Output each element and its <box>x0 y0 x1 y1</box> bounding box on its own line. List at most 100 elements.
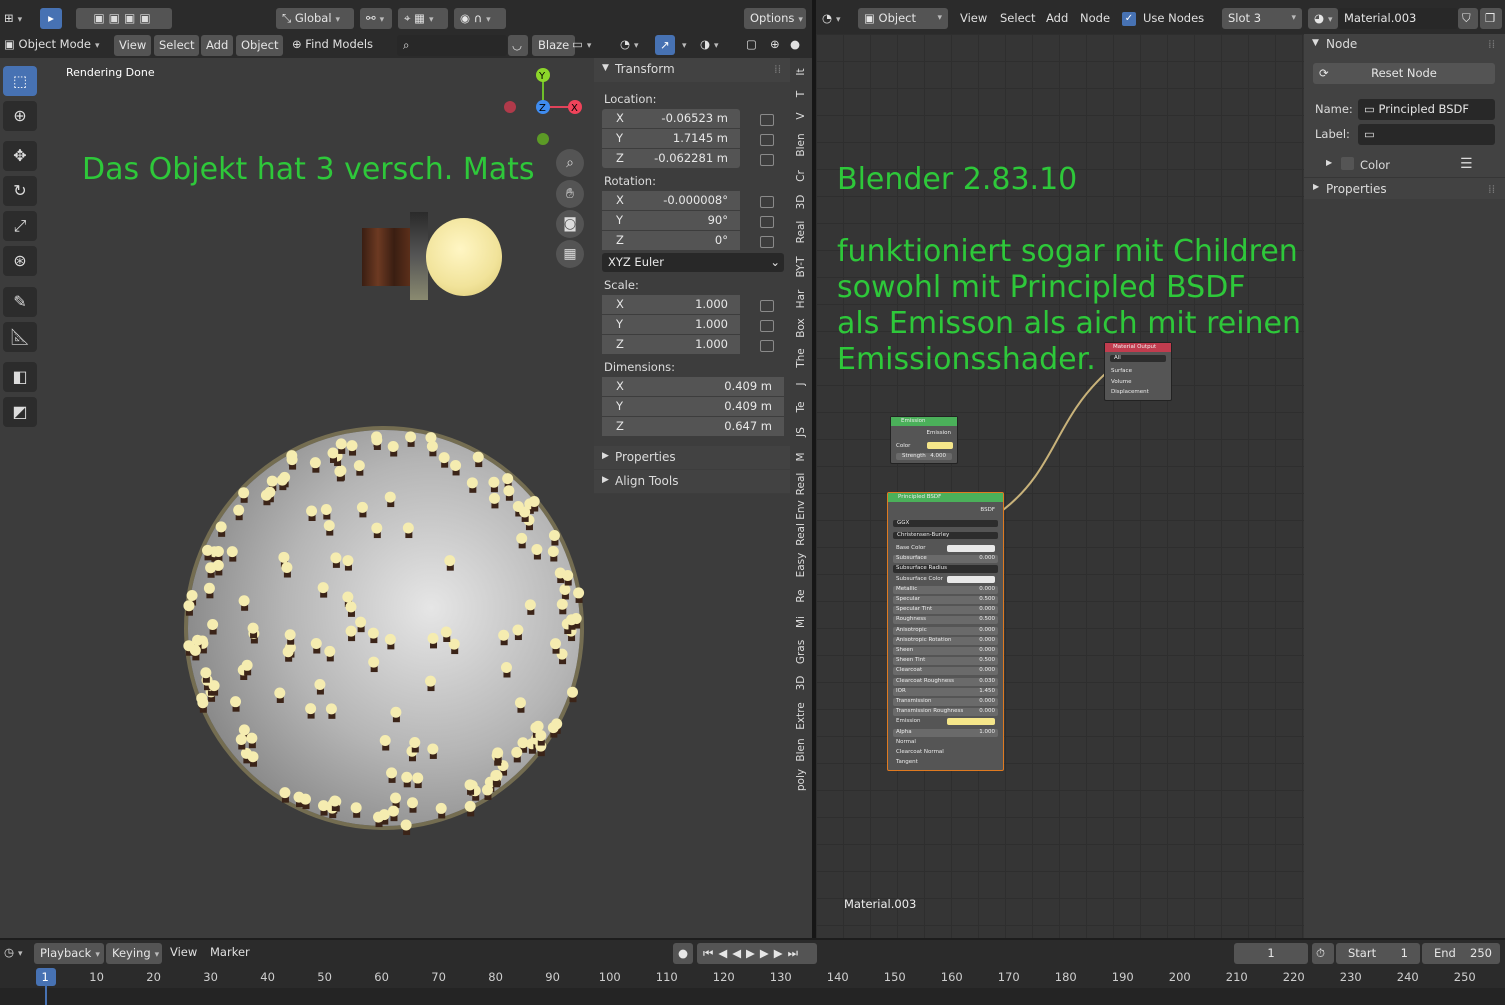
rotation-z-field[interactable]: Z 0° <box>602 231 740 250</box>
material-output-node[interactable]: Material Output All Surface Volume Displ… <box>1104 342 1172 401</box>
lock-rotation-x-icon[interactable] <box>760 196 774 208</box>
menu-node-view[interactable]: View <box>960 8 987 29</box>
principled-bsdf-node[interactable]: Principled BSDF BSDF GGX Christensen-Bur… <box>887 492 1004 771</box>
search-dropdown[interactable]: ◡ <box>508 35 528 56</box>
distribution-dropdown[interactable]: GGX <box>893 520 998 527</box>
record-button[interactable]: ● <box>673 943 693 964</box>
mode-dropdown[interactable]: ▣ Object Mode ▾ <box>4 34 100 55</box>
bsdf-input-row[interactable]: Specular Tint 0.000 <box>893 606 998 615</box>
scale-z-field[interactable]: Z 1.000 <box>602 335 740 354</box>
panel-grip-icon[interactable]: ⁞⁞ <box>1488 37 1495 51</box>
timeline-editor-type[interactable]: ◷ ▾ <box>4 942 23 963</box>
axis-gizmo[interactable]: Y X Z <box>498 62 590 152</box>
scale-y-field[interactable]: Y 1.000 <box>602 315 740 334</box>
selection-mode-icons[interactable]: ▣▣▣▣ <box>76 8 172 29</box>
sidebar-tab-5[interactable]: 3D <box>792 190 809 214</box>
camera-view-icon[interactable]: ◙ <box>556 210 584 238</box>
lock-scale-z-icon[interactable] <box>760 340 774 352</box>
emission-color-swatch[interactable] <box>927 442 953 449</box>
bsdf-input-row[interactable]: Clearcoat Normal <box>893 749 998 757</box>
sidebar-tab-11[interactable]: J <box>792 374 809 394</box>
sidebar-tab-14[interactable]: M <box>792 446 809 468</box>
node-label-field[interactable]: ▭ <box>1358 124 1495 145</box>
bsdf-input-row[interactable]: Subsurface Color <box>893 575 998 584</box>
bsdf-input-row[interactable]: Alpha 1.000 <box>893 728 998 737</box>
sidebar-tab-4[interactable]: Cr <box>792 164 809 188</box>
reset-node-button[interactable]: ⟳ Reset Node <box>1313 63 1495 84</box>
sidebar-tab-19[interactable]: Mi <box>792 610 809 634</box>
bsdf-input-row[interactable]: Normal <box>893 739 998 747</box>
lock-location-x-icon[interactable] <box>760 114 774 126</box>
panel-grip-icon[interactable]: ⁞⁞ <box>1488 182 1495 196</box>
playback-controls[interactable]: ⏮◀◀▶▶▶⏭ <box>697 943 817 964</box>
location-z-field[interactable]: Z -0.062281 m <box>602 149 740 168</box>
editor-type-button[interactable]: ⊞ ▾ <box>4 8 22 29</box>
menu-select[interactable]: Select <box>154 35 200 56</box>
rotation-mode-dropdown[interactable]: XYZ Euler ⌄ <box>602 253 784 272</box>
timeline-view-menu[interactable]: View <box>170 942 197 963</box>
scale-x-field[interactable]: X 1.000 <box>602 295 740 314</box>
strength-field[interactable]: Strength 4.000 <box>896 453 952 460</box>
dimensions-x-field[interactable]: X 0.409 m <box>602 377 784 396</box>
end-frame-field[interactable]: End 250 <box>1422 943 1500 964</box>
rotation-x-field[interactable]: X -0.000008° <box>602 191 740 210</box>
lock-location-y-icon[interactable] <box>760 134 774 146</box>
snap-toggle[interactable]: ⌖ ▦ ▾ <box>398 8 448 29</box>
menu-node-node[interactable]: Node <box>1080 8 1110 29</box>
material-name-field[interactable]: Material.003 <box>1338 8 1458 29</box>
sidebar-tab-9[interactable]: Box <box>792 314 809 342</box>
sidebar-tab-15[interactable]: Real <box>792 470 809 498</box>
node-name-field[interactable]: ▭ Principled BSDF <box>1358 99 1495 120</box>
sidebar-tab-23[interactable]: Blen <box>792 736 809 764</box>
node-editor-type-button[interactable]: ◔ ▾ <box>822 8 841 29</box>
node-collapse-icon[interactable]: ▼ <box>1312 38 1319 48</box>
bsdf-input-row[interactable]: Subsurface 0.000 <box>893 555 998 564</box>
dimensions-y-field[interactable]: Y 0.409 m <box>602 397 784 416</box>
measure-tool-icon[interactable]: 📐︎ <box>3 322 37 352</box>
sidebar-tab-7[interactable]: BY-T <box>792 250 809 284</box>
material-browse-button[interactable]: ◕ ▾ <box>1308 8 1338 29</box>
current-frame-field[interactable]: 1 <box>1234 943 1308 964</box>
select-tool-icon[interactable]: ⬚ <box>3 66 37 96</box>
lock-location-z-icon[interactable] <box>760 154 774 166</box>
sidebar-tab-3[interactable]: Blen <box>792 128 809 162</box>
wireframe-shading-icon[interactable]: ⊕ <box>770 34 780 55</box>
sidebar-tab-6[interactable]: Real <box>792 216 809 248</box>
menu-node-select[interactable]: Select <box>1000 8 1035 29</box>
lock-scale-y-icon[interactable] <box>760 320 774 332</box>
blaze-button[interactable]: Blaze <box>532 35 576 56</box>
add-cube-tool-icon[interactable]: ◧ <box>3 362 37 392</box>
options-dropdown[interactable]: Options ▾ <box>744 8 806 29</box>
location-x-field[interactable]: X -0.06523 m <box>602 109 740 128</box>
select-box-tool-icon[interactable]: ▸ <box>40 8 62 29</box>
proportional-edit-toggle[interactable]: ◉ ∩ ▾ <box>454 8 506 29</box>
color-checkbox[interactable] <box>1341 157 1354 170</box>
sidebar-tab-13[interactable]: JS <box>792 420 809 444</box>
bsdf-input-row[interactable]: Specular 0.500 <box>893 596 998 604</box>
bsdf-input-row[interactable]: Transmission 0.000 <box>893 698 998 706</box>
zoom-view-icon[interactable]: ⌕ <box>556 149 584 177</box>
transform-tool-icon[interactable]: ⊛ <box>3 246 37 276</box>
panel-grip-icon[interactable]: ⁞⁞ <box>774 62 781 76</box>
pivot-dropdown[interactable]: ⚯ ▾ <box>360 8 392 29</box>
rotate-tool-icon[interactable]: ↻ <box>3 176 37 206</box>
bsdf-input-row[interactable]: Tangent <box>893 759 998 767</box>
scale-tool-icon[interactable]: ⤢ <box>3 211 37 241</box>
emission-node[interactable]: Emission Emission Color Strength 4.000 <box>890 416 958 464</box>
keying-menu[interactable]: Keying ▾ <box>106 943 162 964</box>
sidebar-tab-17[interactable]: Easy <box>792 548 809 582</box>
fake-user-shield-icon[interactable]: ⛉ <box>1458 8 1478 29</box>
bsdf-input-row[interactable]: Clearcoat 0.000 <box>893 667 998 676</box>
xray-toggle-icon[interactable]: ▢ <box>746 34 757 55</box>
sidebar-tab-16[interactable]: Real Env <box>792 500 809 546</box>
bsdf-input-row[interactable]: Anisotropic Rotation 0.000 <box>893 636 998 645</box>
visibility-dropdown[interactable]: ◔ ▾ <box>620 34 639 55</box>
bsdf-color-swatch[interactable] <box>947 545 995 552</box>
menu-add[interactable]: Add <box>201 35 234 56</box>
sidebar-tab-22[interactable]: Extre <box>792 698 809 734</box>
playback-menu[interactable]: Playback ▾ <box>34 943 104 964</box>
bsdf-color-swatch[interactable] <box>947 718 995 726</box>
sidebar-tab-12[interactable]: Te <box>792 396 809 418</box>
bsdf-input-row[interactable]: Metallic 0.000 <box>893 585 998 594</box>
bsdf-input-row[interactable]: Transmission Roughness 0.000 <box>893 708 998 717</box>
